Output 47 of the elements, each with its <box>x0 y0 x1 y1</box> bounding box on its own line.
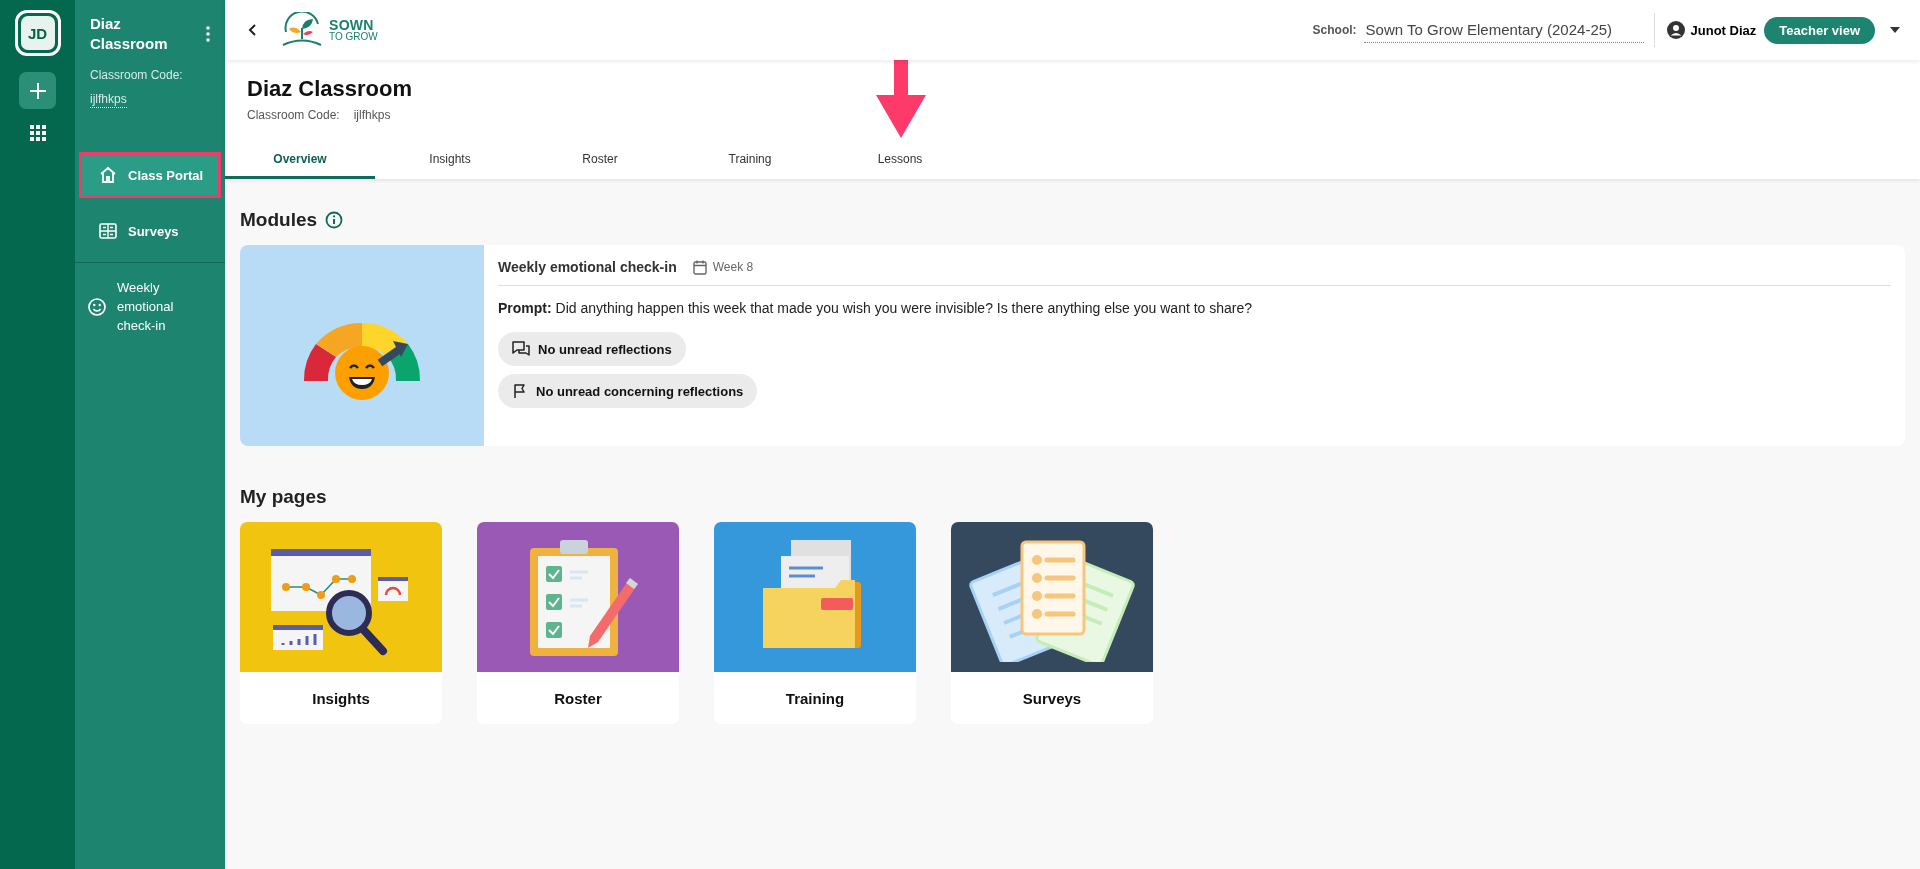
classroom-code: ijlfhkps <box>353 108 391 122</box>
flag-icon <box>512 383 528 399</box>
classroom-code: ijlfhkps <box>90 92 127 108</box>
page-tile[interactable]: Roster <box>477 522 679 724</box>
user-name: Junot Diaz <box>1690 22 1757 38</box>
user-account-icon <box>1666 21 1685 39</box>
calendar-icon <box>692 259 707 275</box>
add-button[interactable] <box>19 72 56 109</box>
page-tile[interactable]: Surveys <box>951 522 1153 724</box>
classroom-code-label: Classroom Code: <box>247 108 340 122</box>
week-label: Week 8 <box>712 260 754 274</box>
info-icon[interactable] <box>325 211 344 229</box>
tab[interactable]: Overview <box>225 142 375 179</box>
classroom-code-label: Classroom Code: <box>90 68 184 82</box>
avatar-button[interactable]: JD <box>14 10 61 56</box>
reflections-chip[interactable]: No unread reflections <box>498 332 686 366</box>
teacher-view-button[interactable]: Teacher view <box>1764 16 1875 44</box>
home-icon <box>98 165 118 185</box>
classroom-title: Diaz Classroom <box>90 14 169 54</box>
page-tile[interactable]: Training <box>714 522 916 724</box>
logo-wordmark: SOWN <box>329 18 374 32</box>
section-heading: Modules <box>240 209 318 231</box>
chat-bubbles-icon <box>512 341 530 357</box>
tab[interactable]: Lessons <box>825 142 975 179</box>
school-select-field[interactable]: Sown To Grow Elementary (2024-25) <box>1363 17 1644 43</box>
tab[interactable]: Training <box>675 142 825 179</box>
school-label: School: <box>1312 23 1357 37</box>
module-prompt: Prompt: Did anything happen this week that made you wish you were invisible? Is there anything else you want to share? <box>498 300 1254 316</box>
tab[interactable]: Insights <box>375 142 525 179</box>
module-card[interactable] <box>240 245 1905 446</box>
plus-icon <box>28 81 47 100</box>
tab[interactable]: Roster <box>525 142 675 179</box>
sidebar-nav-item[interactable]: Weekly emotional check-in <box>75 263 217 350</box>
sidebar-nav-item[interactable]: Surveys <box>79 208 221 254</box>
smiley-icon <box>87 296 107 317</box>
app-grid-icon[interactable] <box>29 125 46 141</box>
sprout-logo-icon <box>281 12 323 48</box>
module-title: Weekly emotional check-in <box>498 259 677 275</box>
avatar-initials: JD <box>20 16 55 50</box>
reflections-chip[interactable]: No unread concerning reflections <box>498 374 758 408</box>
caret-down-icon[interactable] <box>1890 27 1900 33</box>
logo-tagline: TO GROW <box>329 32 378 42</box>
back-chevron-icon[interactable] <box>247 23 257 37</box>
page-tile[interactable]: Insights <box>240 522 442 724</box>
form-icon <box>98 221 118 241</box>
section-heading: My pages <box>240 486 327 508</box>
page-title: Diaz Classroom <box>247 76 414 102</box>
